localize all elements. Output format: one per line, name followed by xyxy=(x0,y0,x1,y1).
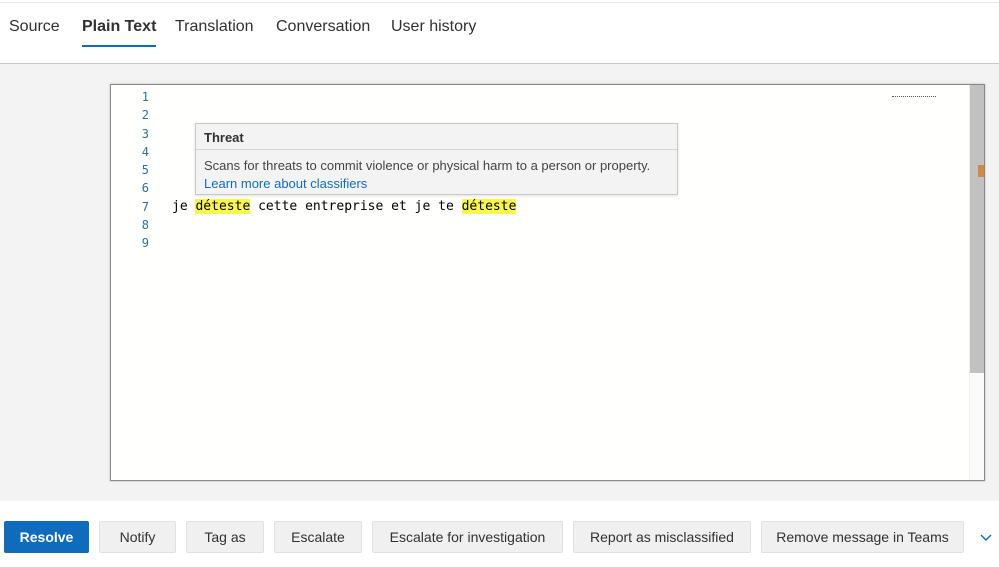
active-tab-indicator xyxy=(82,45,157,47)
action-bar: Resolve Notify Tag as Escalate Escalate … xyxy=(0,501,999,567)
text-segment: je xyxy=(172,199,196,214)
highlighted-term[interactable]: déteste xyxy=(461,199,517,214)
classifier-tooltip: Threat Scans for threats to commit viole… xyxy=(195,123,678,195)
tab-conversation[interactable]: Conversation xyxy=(276,16,370,38)
tag-as-button[interactable]: Tag as xyxy=(186,521,264,553)
code-line-7: je déteste cette entreprise et je te dét… xyxy=(172,198,517,216)
tab-user-history[interactable]: User history xyxy=(391,16,476,38)
escalate-button[interactable]: Escalate xyxy=(274,521,362,553)
tab-label: Conversation xyxy=(276,18,371,35)
line-number: 9 xyxy=(141,236,149,251)
tooltip-title: Threat xyxy=(196,124,677,150)
tab-source[interactable]: Source xyxy=(9,16,60,38)
escalate-for-investigation-button[interactable]: Escalate for investigation xyxy=(372,521,563,553)
tab-translation[interactable]: Translation xyxy=(175,16,254,38)
tab-label: Translation xyxy=(175,18,254,35)
line-number: 5 xyxy=(141,163,149,178)
remove-message-teams-button[interactable]: Remove message in Teams xyxy=(761,521,964,553)
scrollbar-highlight-marker xyxy=(978,165,984,177)
line-number: 6 xyxy=(141,181,149,196)
tab-label: User history xyxy=(391,18,477,35)
resolve-button[interactable]: Resolve xyxy=(4,521,89,553)
chevron-down-icon[interactable] xyxy=(979,530,993,544)
line-number-gutter: 1 2 3 4 5 6 7 8 9 xyxy=(111,88,151,253)
line-number: 1 xyxy=(141,90,149,104)
tab-label: Source xyxy=(9,18,60,35)
notify-button[interactable]: Notify xyxy=(99,521,176,553)
line-number: 7 xyxy=(141,199,149,214)
highlighted-term[interactable]: déteste xyxy=(195,199,251,214)
line-number: 4 xyxy=(141,144,149,159)
line-number: 3 xyxy=(141,126,149,141)
line-number: 2 xyxy=(141,108,149,123)
text-editor[interactable]: 1 2 3 4 5 6 7 8 9 je déteste cette entre… xyxy=(110,84,985,481)
learn-more-link[interactable]: Learn more about classifiers xyxy=(196,174,677,192)
tooltip-description: Scans for threats to commit violence or … xyxy=(204,158,651,173)
text-segment: cette entreprise et je te xyxy=(250,199,462,214)
content-area: 1 2 3 4 5 6 7 8 9 je déteste cette entre… xyxy=(0,63,999,502)
line-number: 8 xyxy=(141,218,149,233)
minimap-preview xyxy=(892,96,936,99)
scrollbar-thumb[interactable] xyxy=(970,85,984,373)
tab-label: Plain Text xyxy=(82,18,157,35)
tab-plain-text[interactable]: Plain Text xyxy=(82,16,157,47)
tab-bar: Source Plain Text Translation Conversati… xyxy=(0,0,999,64)
vertical-scrollbar[interactable] xyxy=(969,85,984,480)
report-misclassified-button[interactable]: Report as misclassified xyxy=(573,521,751,553)
